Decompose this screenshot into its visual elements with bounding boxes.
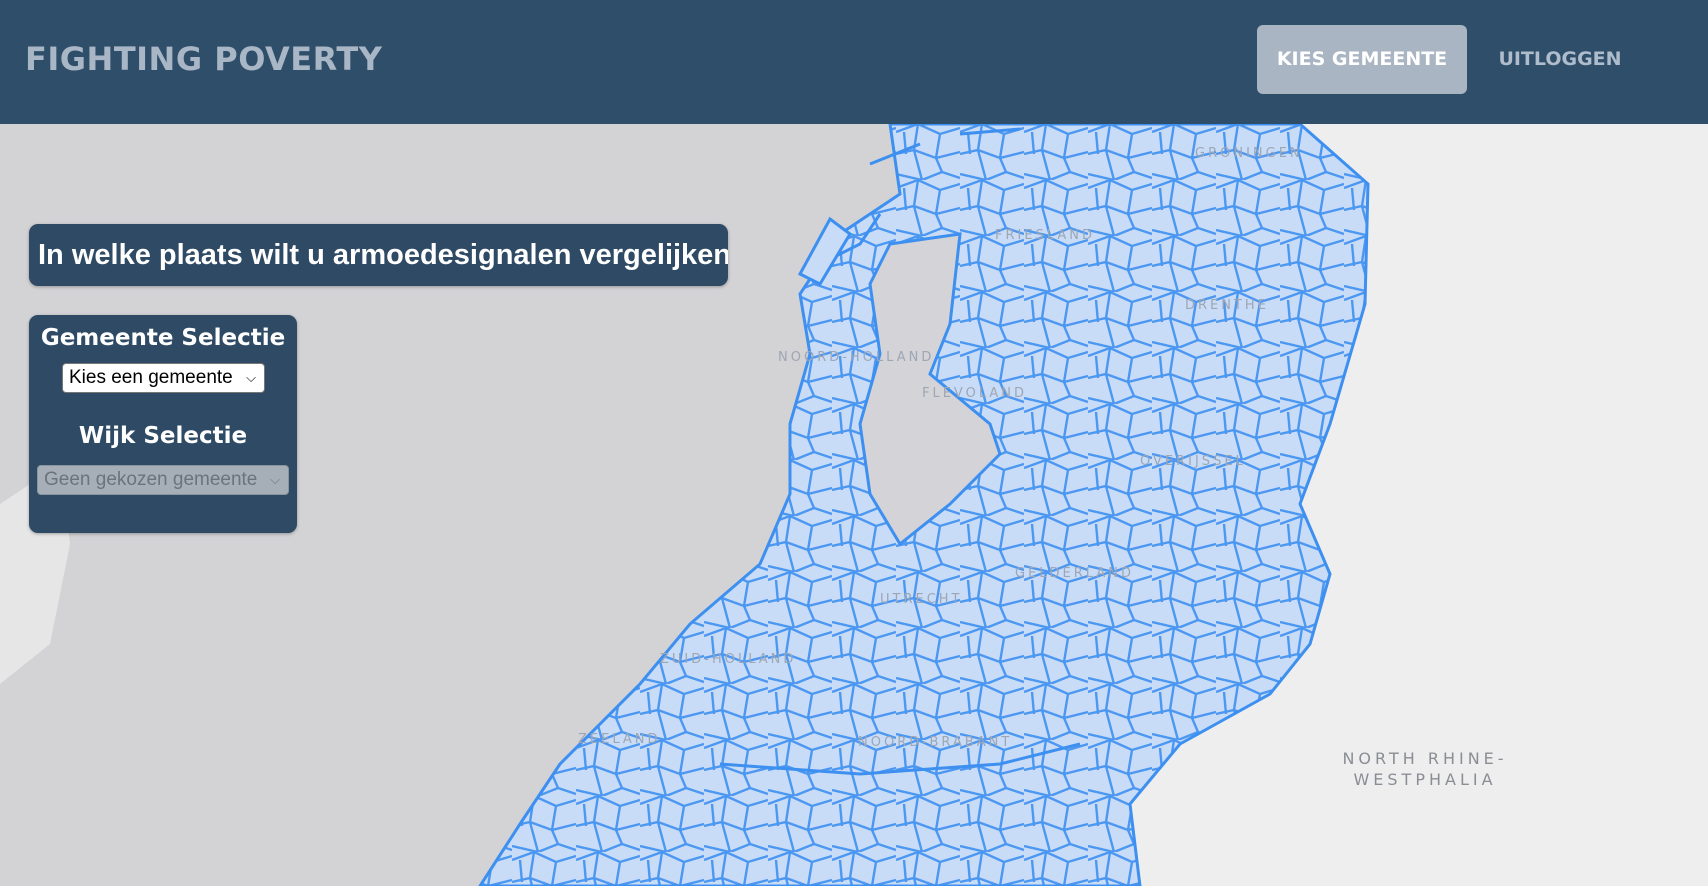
wijk-select-value: Geen gekozen gemeente <box>44 469 258 490</box>
chevron-down-icon: ⌵ <box>246 370 256 385</box>
region-label-friesland: FRIESLAND <box>995 228 1095 243</box>
gemeente-select-value: Kies een gemeente <box>69 367 233 388</box>
region-label-noord-brabant: NOORD-BRABANT <box>858 735 1013 750</box>
gemeente-select[interactable]: Kies een gemeente ⌵ <box>62 363 265 393</box>
kies-gemeente-button[interactable]: KIES GEMEENTE <box>1257 25 1467 94</box>
question-banner: In welke plaats wilt u armoedesignalen v… <box>29 224 728 286</box>
region-label-drenthe: DRENTHE <box>1185 298 1269 313</box>
region-label-zeeland: ZEELAND <box>578 732 661 747</box>
uitloggen-button[interactable]: UITLOGGEN <box>1480 25 1640 94</box>
region-label-flevoland: FLEVOLAND <box>922 386 1027 401</box>
region-label-utrecht: UTRECHT <box>880 592 963 607</box>
region-label-noord-holland: NOORD-HOLLAND <box>778 350 935 365</box>
region-label-north-rhine-westphalia: NORTH RHINE-WESTPHALIA <box>1342 749 1508 789</box>
selection-panel: Gemeente Selectie Kies een gemeente ⌵ Wi… <box>29 315 297 533</box>
app-brand[interactable]: FIGHTING POVERTY <box>25 40 382 78</box>
wijk-select[interactable]: Geen gekozen gemeente ⌵ <box>37 465 289 495</box>
region-label-overijssel: OVERIJSSEL <box>1140 454 1246 469</box>
top-navigation-bar: FIGHTING POVERTY KIES GEMEENTE UITLOGGEN <box>0 0 1708 124</box>
gemeente-selectie-title: Gemeente Selectie <box>40 325 286 351</box>
region-label-groningen: GRONINGEN <box>1195 146 1303 161</box>
region-label-gelderland: GELDERLAND <box>1015 566 1134 581</box>
region-label-zuid-holland: ZUID-HOLLAND <box>660 652 797 667</box>
chevron-down-icon: ⌵ <box>270 472 280 487</box>
wijk-selectie-title: Wijk Selectie <box>78 423 248 449</box>
